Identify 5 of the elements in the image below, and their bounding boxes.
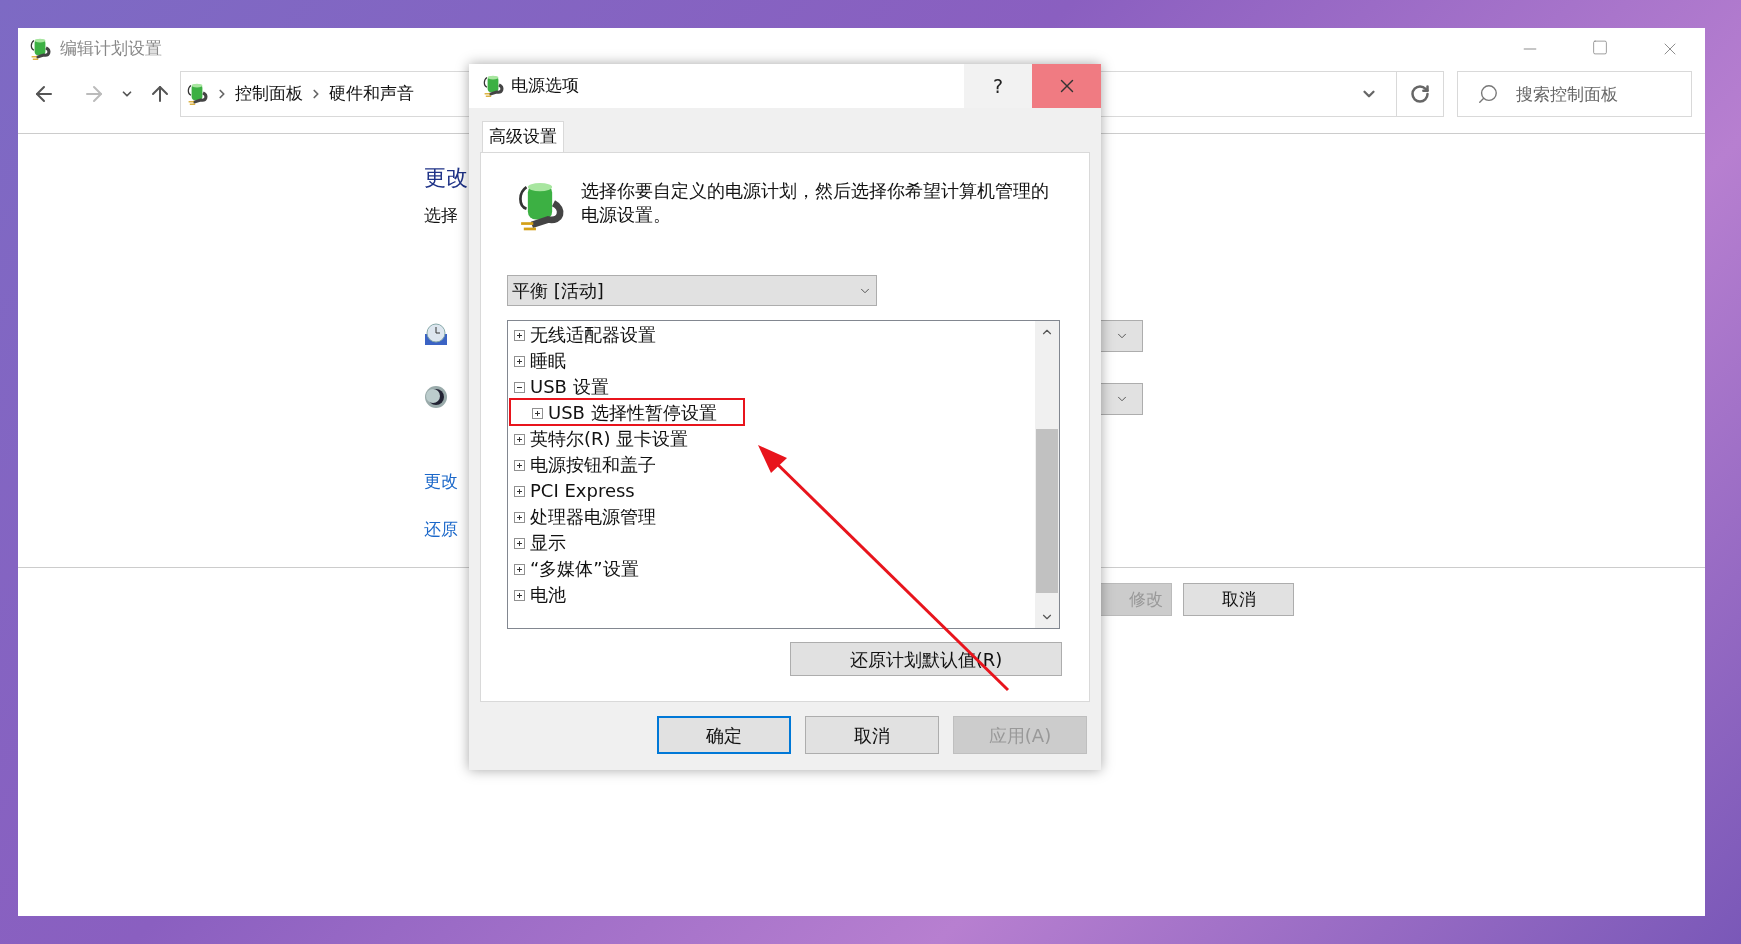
dialog-title: 电源选项 <box>511 74 579 98</box>
page-subtitle: 选择 <box>424 204 459 226</box>
window-title: 编辑计划设置 <box>60 37 162 61</box>
page-heading: 更改 <box>424 164 469 192</box>
description: 选择你要自定义的电源计划，然后选择你希望计算机管理的电源设置。 <box>581 179 1050 227</box>
